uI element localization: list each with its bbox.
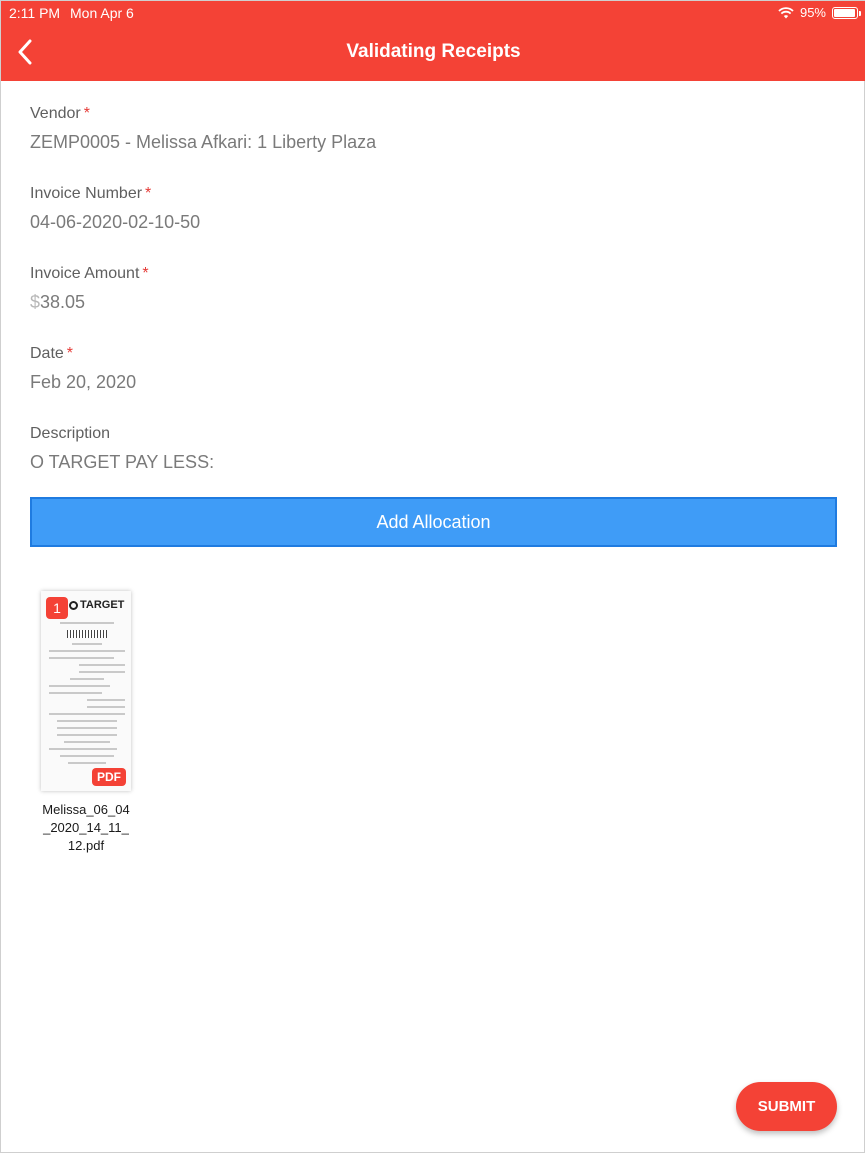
- attachment-filename: Melissa_06_04_2020_14_11_12.pdf: [42, 802, 130, 853]
- vendor-field[interactable]: Vendor * ZEMP0005 - Melissa Afkari: 1 Lib…: [30, 105, 376, 153]
- currency-symbol: $: [30, 292, 41, 312]
- page-number-badge: 1: [46, 597, 68, 619]
- page-title: Validating Receipts: [346, 41, 521, 62]
- receipt-text-lines: [49, 617, 125, 764]
- date-label: Date *: [30, 345, 74, 362]
- invoice-amount-label: Invoice Amount *: [30, 265, 149, 282]
- status-time: 2:11 PM: [9, 5, 61, 21]
- wifi-icon: [778, 6, 794, 18]
- required-marker: *: [83, 105, 90, 122]
- target-logo: TARGET: [69, 599, 124, 611]
- required-marker: *: [66, 345, 74, 362]
- vendor-label: Vendor *: [30, 105, 90, 122]
- header-bar: 2:11 PM Mon Apr 6 95% Validating Receipt…: [1, 1, 865, 81]
- description-label: Description: [30, 425, 111, 442]
- battery-icon: [832, 6, 861, 19]
- invoice-number-field[interactable]: Invoice Number * 04-06-2020-02-10-50: [30, 185, 200, 233]
- date-value[interactable]: Feb 20, 2020: [30, 372, 136, 393]
- invoice-number-value[interactable]: 04-06-2020-02-10-50: [30, 212, 200, 233]
- receipt-thumbnail[interactable]: TARGET 1 PDF: [41, 591, 131, 791]
- status-date: Mon Apr 6: [70, 5, 134, 21]
- submit-button[interactable]: SUBMIT: [736, 1082, 837, 1131]
- date-field[interactable]: Date * Feb 20, 2020: [30, 345, 136, 393]
- battery-percent: 95%: [799, 5, 826, 20]
- pdf-badge: PDF: [92, 768, 126, 786]
- required-marker: *: [145, 185, 152, 202]
- required-marker: *: [142, 265, 149, 282]
- invoice-number-label: Invoice Number *: [30, 185, 152, 202]
- add-allocation-button[interactable]: Add Allocation: [30, 497, 837, 547]
- invoice-amount-field[interactable]: Invoice Amount * $38.05: [30, 265, 149, 313]
- description-value[interactable]: O TARGET PAY LESS:: [30, 452, 214, 473]
- status-indicators: 95%: [778, 5, 861, 20]
- app-window: 2:11 PM Mon Apr 6 95% Validating Receipt…: [0, 0, 865, 1153]
- vendor-value[interactable]: ZEMP0005 - Melissa Afkari: 1 Liberty Pla…: [30, 132, 376, 153]
- description-field[interactable]: Description O TARGET PAY LESS:: [30, 425, 214, 473]
- invoice-amount-value[interactable]: $38.05: [30, 292, 149, 313]
- attachment-item[interactable]: TARGET 1 PDF Melissa_06_04_2020_14_11_12…: [41, 591, 131, 855]
